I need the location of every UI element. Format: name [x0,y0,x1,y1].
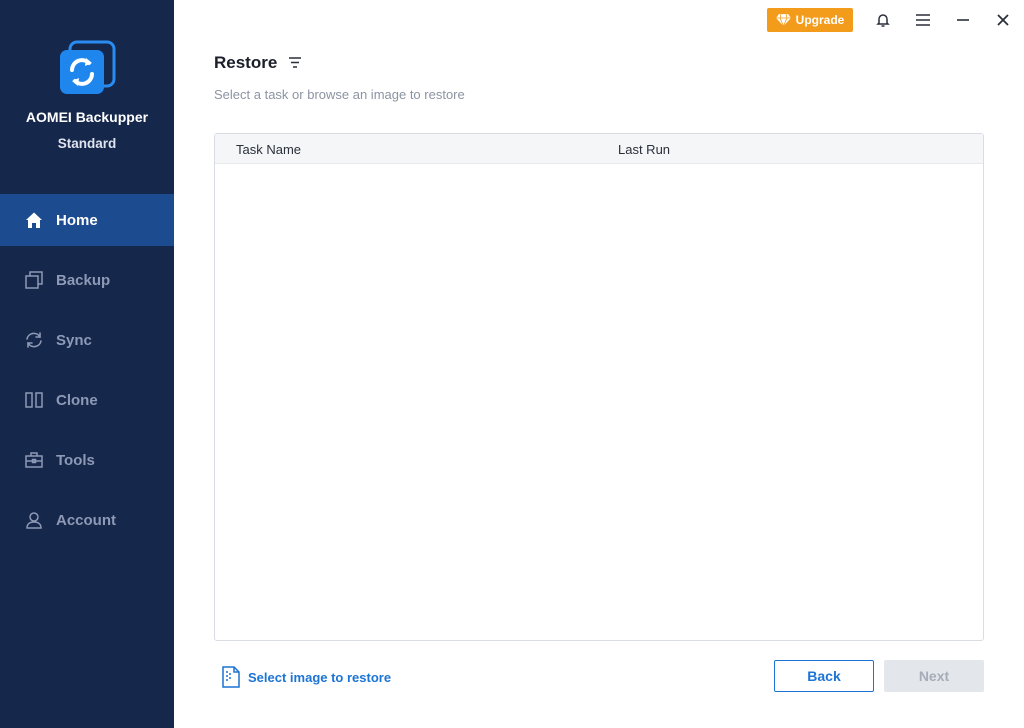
sidebar-item-label: Backup [56,271,111,289]
back-button[interactable]: Back [774,660,874,692]
sidebar-item-clone[interactable]: Clone [0,374,174,426]
close-icon[interactable] [993,10,1013,30]
page-subtitle: Select a task or browse an image to rest… [214,87,465,102]
clone-icon [24,390,44,410]
sidebar-item-label: Home [56,211,98,229]
sidebar-item-sync[interactable]: Sync [0,314,174,366]
column-last-run[interactable]: Last Run [618,142,670,157]
sidebar-item-label: Tools [56,451,95,469]
sidebar-nav: Home Backup Sync Clone Tools Account [0,194,174,554]
filter-icon[interactable] [287,55,303,71]
sidebar-item-home[interactable]: Home [0,194,174,246]
bell-icon[interactable] [873,10,893,30]
task-table: Task Name Last Run [214,133,984,641]
app-name: AOMEI Backupper [25,109,149,125]
select-image-link[interactable]: Select image to restore [222,666,391,688]
table-header: Task Name Last Run [215,134,983,164]
upgrade-button[interactable]: Upgrade [767,8,853,32]
sidebar-item-label: Sync [56,331,92,349]
toolbox-icon [24,450,44,470]
select-image-label: Select image to restore [248,669,392,685]
sync-icon [24,330,44,350]
app-edition: Standard [57,136,117,151]
user-icon [24,510,44,530]
image-file-icon [222,666,240,688]
diamond-icon [775,14,791,26]
minimize-icon[interactable] [953,10,973,30]
column-task-name[interactable]: Task Name [236,142,301,157]
page-title: Restore [214,53,278,72]
sidebar: AOMEI Backupper Standard Home Backup Syn… [0,0,174,728]
next-button[interactable]: Next [884,660,984,692]
sidebar-item-label: Clone [56,391,98,409]
home-icon [24,210,44,230]
menu-icon[interactable] [913,10,933,30]
sidebar-item-label: Account [56,511,116,529]
upgrade-label: Upgrade [795,13,845,27]
sidebar-item-backup[interactable]: Backup [0,254,174,306]
sync-logo-icon [58,40,116,96]
sidebar-item-tools[interactable]: Tools [0,434,174,486]
sidebar-item-account[interactable]: Account [0,494,174,546]
backup-icon [24,270,44,290]
